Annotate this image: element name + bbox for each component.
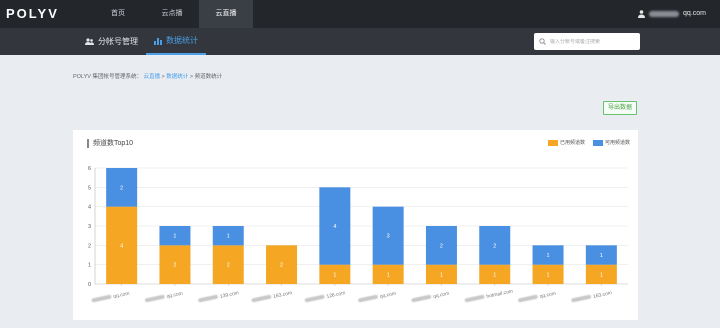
- x-label-blur: [518, 294, 538, 303]
- bar-value-label: 1: [333, 272, 336, 278]
- top-nav: 首页 云点播 云直播: [91, 0, 253, 28]
- bar-value-label: 1: [493, 272, 496, 278]
- x-label-blur: [571, 294, 592, 303]
- x-tick-label: 163.com: [593, 290, 613, 300]
- x-label-blur: [304, 294, 325, 303]
- bar-value-label: 4: [120, 243, 123, 249]
- tab-statistics[interactable]: 数据统计: [146, 28, 206, 55]
- top-navbar: POLYV 首页 云点播 云直播 qq.com: [0, 0, 720, 28]
- y-tick-label: 5: [88, 185, 91, 191]
- x-tick-label: qq.com: [166, 291, 183, 300]
- x-tick-label: 163.com: [273, 290, 293, 300]
- legend-used-swatch: [547, 139, 558, 146]
- x-tick-label: hotmail.com: [486, 288, 514, 299]
- bar-value-label: 1: [227, 234, 230, 240]
- y-tick-label: 0: [88, 282, 91, 288]
- breadcrumb-statistics[interactable]: 数据统计: [166, 74, 188, 80]
- x-tick-label: qq.com: [379, 291, 396, 300]
- y-tick-label: 3: [88, 224, 91, 230]
- legend-used[interactable]: 已用频道数: [547, 139, 585, 146]
- bar-value-label: 1: [387, 272, 390, 278]
- export-data-button[interactable]: 导出数据: [603, 101, 637, 115]
- legend-available-swatch: [592, 139, 603, 146]
- nav-vod[interactable]: 云点播: [145, 0, 199, 28]
- bar-value-label: 1: [547, 272, 550, 278]
- bar-value-label: 1: [547, 253, 550, 259]
- x-tick-label: qq.com: [433, 291, 450, 300]
- bar-value-label: 4: [333, 224, 336, 230]
- bar-value-label: 1: [440, 272, 443, 278]
- bar-value-label: 2: [120, 185, 123, 191]
- user-icon: [638, 10, 646, 18]
- tab-statistics-label: 数据统计: [166, 36, 198, 45]
- breadcrumb-current: 频道数统计: [194, 74, 223, 80]
- nav-live[interactable]: 云直播: [199, 0, 253, 28]
- x-tick-label: 126.com: [326, 290, 346, 300]
- bar-value-label: 2: [280, 263, 283, 269]
- y-tick-label: 2: [88, 243, 91, 249]
- bar-chart-icon: [154, 37, 162, 45]
- bar-value-label: 3: [387, 234, 390, 240]
- y-tick-label: 4: [88, 205, 91, 211]
- chart-legend: 已用频道数 可用频道数: [547, 139, 630, 146]
- polyv-logo[interactable]: POLYV: [6, 6, 59, 21]
- x-label-blur: [91, 294, 112, 303]
- search-icon[interactable]: [539, 38, 546, 45]
- x-tick-label: 139.com: [219, 290, 239, 300]
- legend-available-label: 可用频道数: [604, 140, 630, 146]
- bar-value-label: 1: [600, 272, 603, 278]
- bar-value-label: 1: [600, 253, 603, 259]
- user-menu[interactable]: qq.com: [638, 0, 706, 28]
- bar-value-label: 2: [227, 263, 230, 269]
- bar-value-label: 2: [493, 243, 496, 249]
- breadcrumb-live[interactable]: 云直播: [144, 74, 161, 80]
- nav-home[interactable]: 首页: [91, 0, 145, 28]
- x-tick-label: qq.com: [539, 291, 556, 300]
- x-tick-label: qq.com: [113, 291, 130, 300]
- sub-nav: 分帐号管理 数据统计: [0, 28, 206, 55]
- x-label-blur: [198, 294, 218, 303]
- breadcrumb: POLYV 集团帐号管理系统： 云直播 > 数据统计 > 频道数统计: [73, 72, 222, 80]
- x-label-blur: [411, 294, 432, 303]
- x-label-blur: [251, 294, 272, 303]
- chart-card: 0 1 2 3 4 5 6 4 2 qq.com 2 1 qq.com 2 1 139.com 2 163.com…: [73, 130, 638, 320]
- search-input[interactable]: [550, 38, 636, 45]
- accounts-icon: [85, 37, 94, 45]
- y-tick-label: 1: [88, 263, 91, 269]
- search-box: [534, 33, 640, 50]
- user-email: qq.com: [683, 10, 706, 17]
- legend-used-label: 已用频道数: [559, 140, 585, 146]
- x-label-blur: [144, 294, 165, 303]
- email-blurred: [649, 11, 680, 17]
- x-label-blur: [358, 294, 378, 303]
- x-label-blur: [464, 294, 485, 303]
- bar-value-label: 2: [173, 263, 176, 269]
- bar-value-label: 2: [440, 243, 443, 249]
- sub-navbar: 分帐号管理 数据统计: [0, 28, 720, 55]
- y-tick-label: 6: [88, 166, 91, 172]
- stacked-bar-chart: 0 1 2 3 4 5 6 4 2 qq.com 2 1 qq.com 2 1 139.com 2 163.com…: [88, 166, 628, 303]
- tab-accounts[interactable]: 分帐号管理: [77, 28, 146, 55]
- bar-value-label: 1: [173, 234, 176, 240]
- legend-available[interactable]: 可用频道数: [592, 139, 630, 146]
- breadcrumb-root: POLYV 集团帐号管理系统：: [73, 74, 142, 80]
- tab-accounts-label: 分帐号管理: [98, 37, 138, 46]
- chart-title: 频道数Top10: [87, 139, 133, 148]
